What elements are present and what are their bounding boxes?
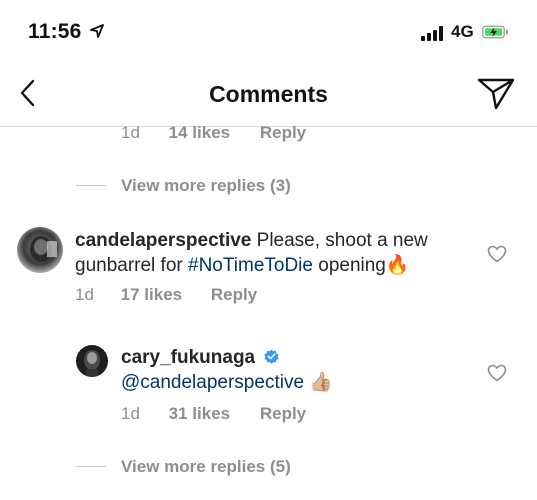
view-more-line bbox=[76, 466, 106, 467]
comment-meta: 1d 31 likes Reply bbox=[121, 404, 306, 424]
comment-username[interactable]: candelaperspective bbox=[75, 230, 251, 251]
hashtag-link[interactable]: #NoTimeToDie bbox=[188, 255, 313, 276]
avatar-photo bbox=[17, 227, 63, 273]
comment-body-end: opening🔥 bbox=[312, 255, 410, 276]
comment-meta: 1d 14 likes Reply bbox=[121, 123, 306, 143]
battery-charging-icon bbox=[482, 25, 508, 39]
avatar-photo bbox=[76, 345, 108, 377]
comment-age: 1d bbox=[121, 123, 140, 142]
reply-button[interactable]: Reply bbox=[211, 285, 257, 304]
like-heart-icon[interactable] bbox=[487, 364, 507, 382]
view-more-replies-button[interactable]: View more replies (5) bbox=[121, 457, 291, 477]
like-heart-icon[interactable] bbox=[487, 245, 507, 263]
reply-button[interactable]: Reply bbox=[260, 404, 306, 423]
likes-count[interactable]: 31 likes bbox=[169, 404, 230, 423]
comment-meta: 1d 17 likes Reply bbox=[75, 285, 257, 305]
status-time: 11:56 bbox=[28, 20, 82, 43]
send-direct-icon[interactable] bbox=[476, 76, 516, 112]
likes-count[interactable]: 17 likes bbox=[121, 285, 182, 304]
reply-text: cary_fukunaga @candelaperspective 👍🏼 bbox=[121, 345, 471, 395]
likes-count[interactable]: 14 likes bbox=[169, 123, 230, 142]
view-more-replies-button[interactable]: View more replies (3) bbox=[121, 176, 291, 196]
network-type: 4G bbox=[451, 22, 474, 41]
avatar[interactable] bbox=[76, 345, 108, 377]
view-more-line bbox=[76, 185, 106, 186]
comment-age: 1d bbox=[121, 404, 140, 423]
cellular-signal-icon bbox=[421, 25, 445, 41]
comment-age: 1d bbox=[75, 285, 94, 304]
reply-button[interactable]: Reply bbox=[260, 123, 306, 142]
page-title: Comments bbox=[209, 81, 328, 107]
reply-emoji: 👍🏼 bbox=[309, 372, 333, 393]
location-arrow-icon bbox=[90, 24, 104, 38]
mention-link[interactable]: @candelaperspective bbox=[121, 372, 304, 393]
comment-text: candelaperspective Please, shoot a new g… bbox=[75, 228, 475, 278]
reply-username[interactable]: cary_fukunaga bbox=[121, 347, 255, 368]
avatar[interactable] bbox=[17, 227, 63, 273]
verified-badge-icon bbox=[264, 349, 280, 364]
